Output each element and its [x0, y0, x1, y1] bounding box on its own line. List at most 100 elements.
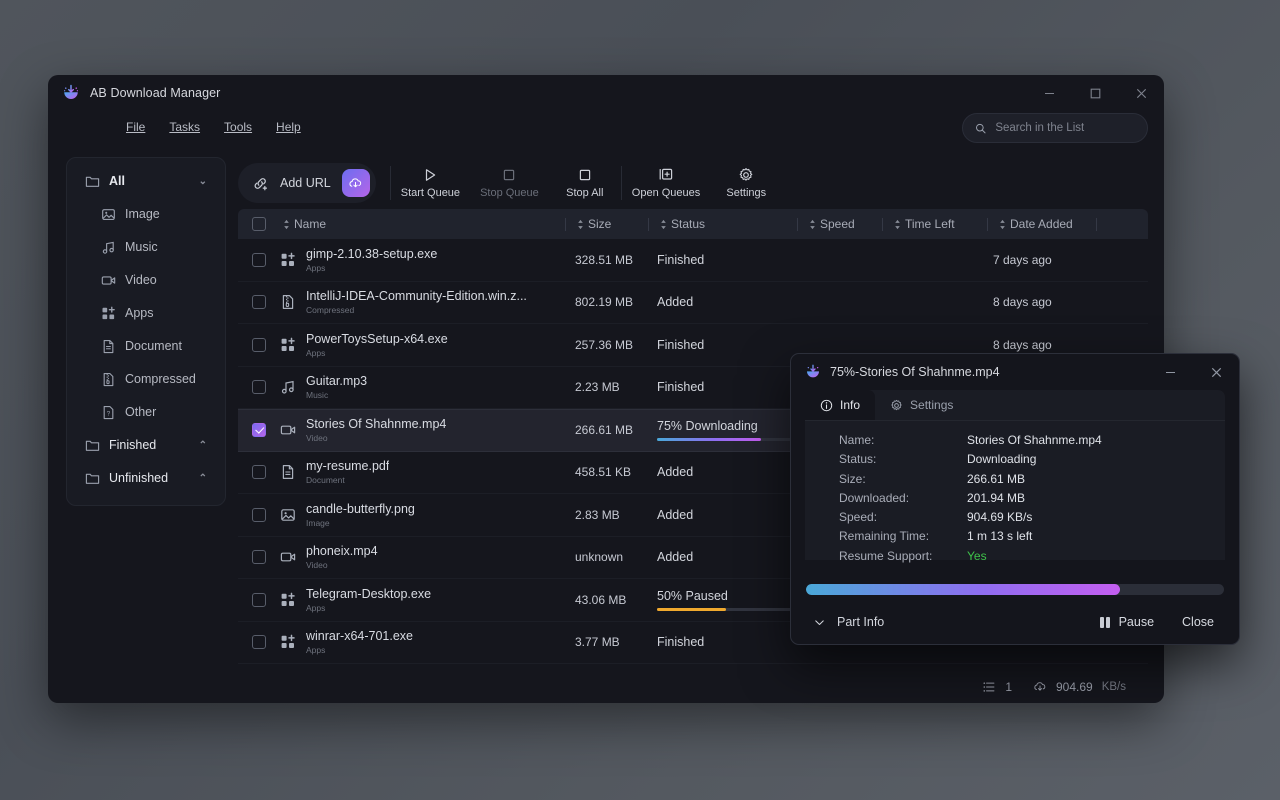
compressed-icon [101, 372, 116, 387]
sidebar-item-other[interactable]: ? Other [73, 396, 219, 428]
checkbox[interactable] [252, 380, 266, 394]
add-url-button[interactable]: Add URL [238, 163, 376, 203]
tab-settings[interactable]: Settings [875, 390, 968, 420]
column-header-name[interactable]: Name [280, 217, 565, 231]
statusbar-speed: 904.69 [1056, 680, 1093, 694]
row-checkbox[interactable] [238, 253, 280, 267]
tab-info[interactable]: Info [805, 390, 875, 420]
row-size: 3.77 MB [565, 635, 647, 649]
row-file-category: Apps [306, 645, 413, 655]
checkbox[interactable] [252, 338, 266, 352]
tab-info-label: Info [840, 398, 860, 412]
checkbox[interactable] [252, 550, 266, 564]
column-header-label: Speed [820, 217, 855, 231]
pause-button[interactable]: Pause [1089, 609, 1165, 635]
checkbox[interactable] [252, 217, 266, 231]
table-row[interactable]: gimp-2.10.38-setup.exeApps328.51 MBFinis… [238, 239, 1148, 282]
menu-tools[interactable]: Tools [212, 117, 264, 137]
column-header-date-added[interactable]: Date Added [988, 217, 1096, 231]
search-input[interactable] [995, 122, 1135, 134]
gear-icon [738, 167, 754, 183]
sidebar-item-video[interactable]: Video [73, 264, 219, 296]
progress-bar-fill [657, 608, 726, 611]
row-checkbox[interactable] [238, 550, 280, 564]
row-name-cell: IntelliJ-IDEA-Community-Edition.win.z...… [280, 289, 565, 315]
row-file-category: Compressed [306, 305, 527, 315]
info-value: 266.61 MB [967, 472, 1025, 491]
checkbox[interactable] [252, 508, 266, 522]
sidebar-item-label: All [109, 174, 125, 188]
row-file-name: phoneix.mp4 [306, 544, 378, 558]
stop-queue-button[interactable]: Stop Queue [470, 160, 549, 206]
sidebar-item-label: Apps [125, 306, 154, 320]
column-header-time-left[interactable]: Time Left [883, 217, 987, 231]
maximize-button[interactable] [1072, 75, 1118, 111]
row-file-name: Telegram-Desktop.exe [306, 587, 431, 601]
checkbox[interactable] [252, 423, 266, 437]
info-row: Size:266.61 MB [839, 472, 1225, 491]
dialog-minimize-button[interactable] [1147, 354, 1193, 390]
dialog-titlebar: 75%-Stories Of Shahnme.mp4 [791, 354, 1239, 390]
table-row[interactable]: IntelliJ-IDEA-Community-Edition.win.z...… [238, 282, 1148, 325]
close-icon [1136, 88, 1147, 99]
sidebar-item-label: Finished [109, 438, 156, 452]
checkbox[interactable] [252, 253, 266, 267]
select-all-checkbox[interactable] [238, 217, 280, 231]
row-size: 802.19 MB [565, 295, 647, 309]
row-checkbox[interactable] [238, 593, 280, 607]
dialog-progress-bar [806, 584, 1224, 595]
row-checkbox[interactable] [238, 508, 280, 522]
menu-tasks[interactable]: Tasks [157, 117, 212, 137]
start-queue-button[interactable]: Start Queue [391, 160, 470, 206]
sidebar-item-compressed[interactable]: Compressed [73, 363, 219, 395]
play-icon [422, 167, 438, 183]
info-row: Remaining Time:1 m 13 s left [839, 529, 1225, 548]
start-queue-label: Start Queue [401, 187, 460, 199]
music-icon [101, 240, 116, 255]
download-cloud-badge[interactable] [342, 169, 370, 197]
row-checkbox[interactable] [238, 423, 280, 437]
info-row: Status:Downloading [839, 452, 1225, 471]
close-button[interactable] [1118, 75, 1164, 111]
column-header-status[interactable]: Status [649, 217, 797, 231]
column-header-size[interactable]: Size [566, 217, 648, 231]
sidebar-item-apps[interactable]: Apps [73, 297, 219, 329]
menu-help[interactable]: Help [264, 117, 313, 137]
download-details-dialog: 75%-Stories Of Shahnme.mp4 Info Settings [790, 353, 1240, 645]
pause-label: Pause [1119, 615, 1154, 629]
row-checkbox[interactable] [238, 338, 280, 352]
row-status-text: 75% Downloading [657, 419, 795, 433]
sidebar-item-unfinished[interactable]: Unfinished ⌃ [73, 462, 219, 494]
other-icon: ? [101, 405, 116, 420]
row-checkbox[interactable] [238, 380, 280, 394]
minimize-button[interactable] [1026, 75, 1072, 111]
sidebar-item-document[interactable]: Document [73, 330, 219, 362]
row-file-category: Video [306, 433, 446, 443]
sidebar-item-music[interactable]: Music [73, 231, 219, 263]
part-info-toggle[interactable]: Part Info [805, 610, 892, 634]
checkbox[interactable] [252, 635, 266, 649]
settings-button[interactable]: Settings [710, 160, 782, 206]
sidebar-item-all[interactable]: All ⌄ [73, 165, 219, 197]
checkbox[interactable] [252, 465, 266, 479]
row-checkbox[interactable] [238, 635, 280, 649]
search-box[interactable] [962, 113, 1148, 143]
dialog-title: 75%-Stories Of Shahnme.mp4 [830, 365, 1000, 379]
row-size: 2.83 MB [565, 508, 647, 522]
dialog-close-button[interactable] [1193, 354, 1239, 390]
checkbox[interactable] [252, 295, 266, 309]
row-name-cell: phoneix.mp4Video [280, 544, 565, 570]
dialog-close-action-button[interactable]: Close [1171, 609, 1225, 635]
apps-icon [101, 306, 116, 321]
checkbox[interactable] [252, 593, 266, 607]
sidebar-item-image[interactable]: Image [73, 198, 219, 230]
statusbar-count: 1 [1005, 680, 1012, 694]
row-checkbox[interactable] [238, 295, 280, 309]
menu-file[interactable]: File [114, 117, 157, 137]
sidebar-item-finished[interactable]: Finished ⌃ [73, 429, 219, 461]
stop-all-button[interactable]: Stop All [549, 160, 621, 206]
column-header-speed[interactable]: Speed [798, 217, 882, 231]
open-queues-button[interactable]: Open Queues [622, 160, 711, 206]
row-checkbox[interactable] [238, 465, 280, 479]
row-size: 458.51 KB [565, 465, 647, 479]
